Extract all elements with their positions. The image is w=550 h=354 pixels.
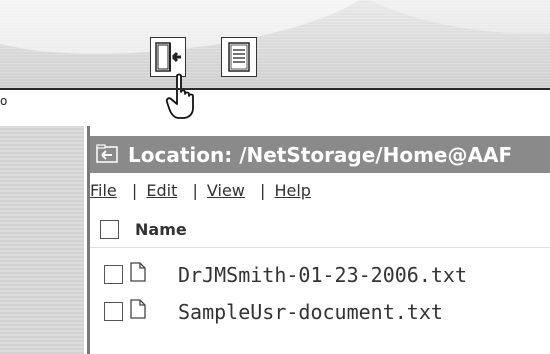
document-list-icon bbox=[228, 42, 250, 72]
hand-pointer-icon bbox=[165, 73, 194, 119]
name-column-header[interactable]: Name bbox=[135, 220, 187, 239]
select-all-checkbox[interactable] bbox=[100, 220, 119, 239]
folder-up-icon[interactable] bbox=[96, 144, 118, 164]
row-checkbox[interactable] bbox=[104, 265, 123, 284]
location-path: Location: /NetStorage/Home@AAF bbox=[128, 143, 513, 167]
menu-bar: File | Edit | View | Help bbox=[90, 181, 311, 200]
text-file-icon bbox=[130, 299, 146, 319]
menu-help[interactable]: Help bbox=[274, 181, 310, 200]
file-name-link[interactable]: DrJMSmith-01-23-2006.txt bbox=[178, 263, 467, 287]
banner-decoration bbox=[0, 0, 385, 72]
file-name-link[interactable]: SampleUsr-document.txt bbox=[178, 300, 443, 324]
location-bar: Location: /NetStorage/Home@AAF bbox=[90, 136, 550, 173]
exit-door-icon bbox=[155, 42, 181, 72]
left-panel bbox=[0, 126, 84, 354]
truncated-text: o bbox=[0, 94, 8, 108]
document-button[interactable] bbox=[221, 37, 257, 77]
exit-button[interactable] bbox=[150, 37, 186, 77]
toolbar-border bbox=[0, 88, 550, 90]
menu-separator: | bbox=[131, 181, 138, 200]
menu-separator: | bbox=[192, 181, 198, 200]
menu-file[interactable]: File bbox=[90, 181, 117, 200]
top-toolbar bbox=[0, 0, 550, 88]
text-file-icon bbox=[130, 262, 146, 282]
menu-edit[interactable]: Edit bbox=[146, 181, 177, 200]
row-checkbox[interactable] bbox=[104, 302, 123, 321]
menu-view[interactable]: View bbox=[207, 181, 245, 200]
header-divider bbox=[90, 247, 550, 248]
banner-decoration bbox=[324, 0, 550, 51]
menu-separator: | bbox=[259, 181, 266, 200]
